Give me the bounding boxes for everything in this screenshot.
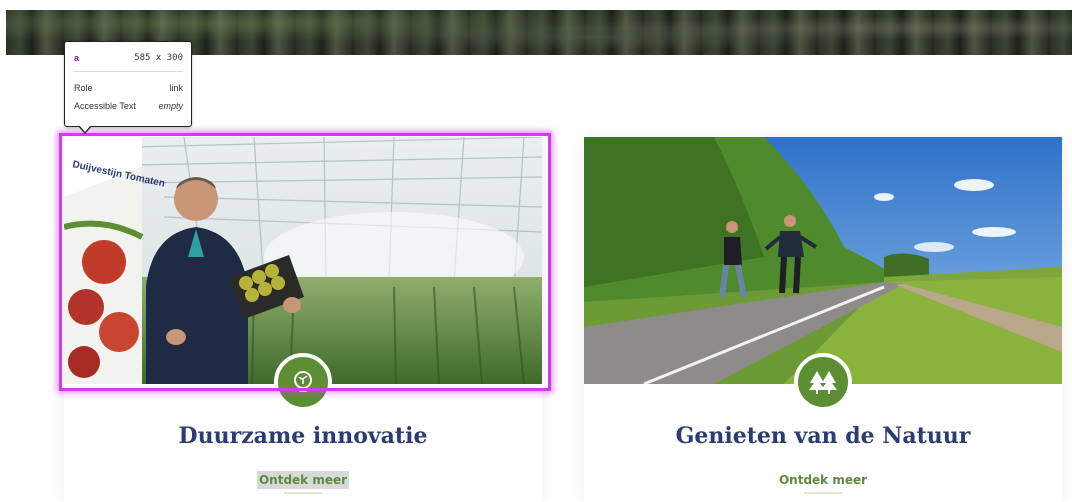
ontdek-meer-link[interactable]: Ontdek meer [777,471,869,489]
tooltip-row-accessible-text: Accessible Text empty [74,101,183,113]
tooltip-role-label: Role [74,83,93,93]
card-genieten-natuur: Genieten van de Natuur Ontdek meer [584,137,1062,502]
badge-seedling-icon [274,353,332,411]
tooltip-dimensions: 585 x 300 [134,53,183,63]
card-image-link-natuur[interactable] [584,137,1062,384]
seedling-bulb-icon [294,371,312,392]
tooltip-element-tag: a [74,53,80,63]
cta-underline [284,492,322,494]
tooltip-role-value: link [169,83,183,93]
skaters-photo [584,137,1062,384]
cta-underline [804,492,842,494]
card-duurzame-innovatie: Duijvestijn Tomaten Duurzame innovatie O… [64,137,542,502]
inspector-tooltip: a 585 x 300 Role link Accessible Text em… [64,41,192,134]
trees-icon [809,371,837,394]
tooltip-accessible-label: Accessible Text [74,101,136,111]
tooltip-accessible-value: empty [158,101,183,111]
card-title: Genieten van de Natuur [675,423,971,449]
ontdek-meer-link[interactable]: Ontdek meer [256,471,350,489]
tooltip-pointer [78,125,92,134]
badge-trees-icon [794,353,852,411]
tooltip-divider [73,71,183,72]
card-image-link-innovatie[interactable]: Duijvestijn Tomaten [64,137,542,384]
tooltip-row-role: Role link [74,83,183,95]
greenhouse-photo: Duijvestijn Tomaten [64,137,542,384]
card-title: Duurzame innovatie [178,423,428,449]
